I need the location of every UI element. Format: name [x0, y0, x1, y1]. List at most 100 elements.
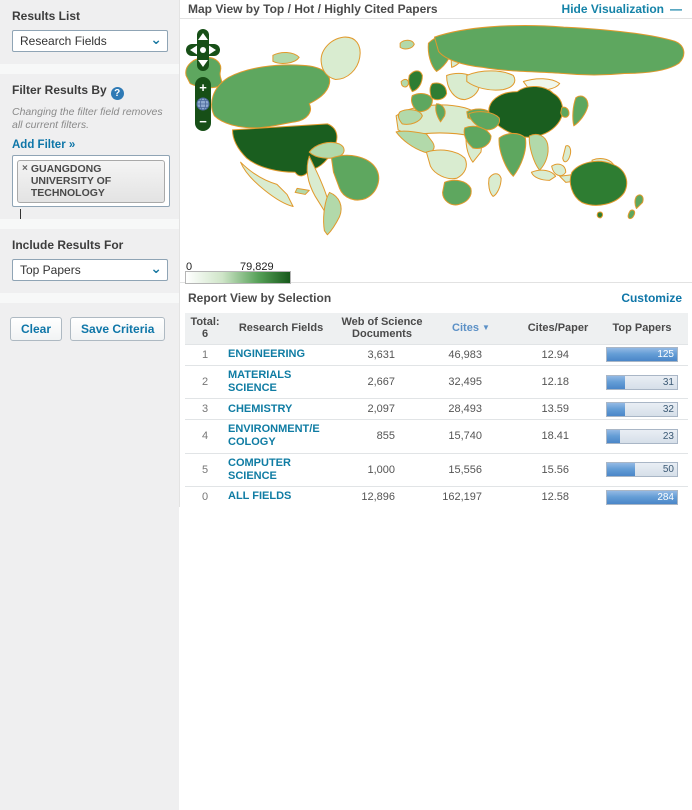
zoom-out-button[interactable]: − [199, 114, 207, 129]
map-region-tasmania [597, 212, 602, 218]
top-papers-cell: 23 [601, 429, 683, 444]
map-region-philippines [563, 146, 571, 162]
hide-visualization-link[interactable]: Hide Visualization — [562, 2, 682, 16]
top-papers-cell: 50 [601, 462, 683, 477]
field-link[interactable]: COMPUTER SCIENCE [225, 454, 337, 486]
map-region-brazil [331, 155, 378, 200]
map-region-iceland [400, 40, 414, 49]
filter-input-box[interactable]: × GUANGDONG UNIVERSITY OF TECHNOLOGY [12, 155, 170, 207]
sidebar-actions-section: Clear Save Criteria [0, 303, 179, 810]
map-region-sumatra-java [531, 170, 555, 180]
top-papers-cell: 125 [601, 347, 683, 362]
filter-by-label: Filter Results By [12, 83, 107, 97]
sort-descending-icon: ▼ [482, 323, 490, 332]
world-choropleth-map[interactable]: + − [180, 19, 692, 263]
map-region-uk [409, 71, 423, 92]
remove-filter-icon[interactable]: × [22, 163, 28, 199]
legend-gradient-bar [185, 271, 291, 284]
map-region-central-africa [426, 150, 466, 179]
top-papers-cell: 284 [601, 490, 683, 505]
cites-per-paper-cell: 13.59 [515, 403, 601, 415]
save-criteria-button[interactable]: Save Criteria [70, 317, 165, 341]
filter-results-section: Filter Results By? Changing the filter f… [0, 74, 179, 219]
map-region-argentina [324, 192, 342, 234]
map-region-japan [573, 96, 588, 126]
top-papers-bar: 284 [606, 490, 678, 505]
map-region-korea [561, 107, 569, 117]
rank-cell: 0 [185, 491, 225, 503]
top-papers-bar: 125 [606, 347, 678, 362]
map-region-germany [430, 83, 447, 100]
field-link[interactable]: ALL FIELDS [225, 487, 337, 506]
cites-per-paper-cell: 12.18 [515, 376, 601, 388]
cites-cell: 32,495 [427, 376, 515, 388]
col-top-papers: Top Papers [601, 319, 683, 338]
filter-tag-label: GUANGDONG UNIVERSITY OF TECHNOLOGY [31, 163, 160, 199]
col-wos-documents: Web of Science Documents [337, 313, 427, 344]
rank-cell: 5 [185, 464, 225, 476]
field-link[interactable]: ENVIRONMENT/E COLOGY [225, 420, 337, 452]
map-region-india [499, 133, 526, 176]
include-results-label: Include Results For [12, 238, 167, 252]
table-row: 3 CHEMISTRY 2,097 28,493 13.59 32 [185, 398, 688, 419]
top-papers-cell: 32 [601, 402, 683, 417]
zoom-in-button[interactable]: + [199, 80, 207, 95]
help-icon[interactable]: ? [111, 87, 124, 100]
cites-per-paper-cell: 12.58 [515, 491, 601, 503]
map-region-russia [434, 25, 683, 74]
map-region-canada [212, 65, 330, 128]
map-panel-header: Map View by Top / Hot / Highly Cited Pap… [180, 0, 692, 19]
results-table: Total: 6 Research Fields Web of Science … [185, 313, 688, 507]
map-region-indochina [529, 134, 548, 170]
col-cites-sortable[interactable]: Cites ▼ [427, 319, 515, 338]
map-region-china [489, 86, 563, 137]
docs-cell: 3,631 [337, 349, 427, 361]
add-filter-link[interactable]: Add Filter » [12, 139, 75, 151]
top-papers-bar: 31 [606, 375, 678, 390]
filters-sidebar: Results List Research Fields ⌄ Filter Re… [0, 0, 180, 507]
minus-icon: — [670, 2, 682, 16]
include-results-dropdown[interactable]: Top Papers ⌄ [12, 259, 168, 281]
field-link[interactable]: ENGINEERING [225, 345, 337, 364]
clear-button[interactable]: Clear [10, 317, 62, 341]
docs-cell: 2,097 [337, 403, 427, 415]
map-region-australia [570, 161, 626, 205]
top-papers-bar: 32 [606, 402, 678, 417]
results-list-label: Results List [12, 9, 167, 23]
pan-center-dot[interactable] [200, 47, 206, 53]
col-research-fields: Research Fields [225, 319, 337, 338]
globe-icon[interactable] [197, 98, 209, 110]
section-divider [0, 293, 179, 303]
field-link[interactable]: CHEMISTRY [225, 400, 337, 419]
docs-cell: 2,667 [337, 376, 427, 388]
table-header-row: Total: 6 Research Fields Web of Science … [185, 313, 688, 344]
col-total: Total: 6 [185, 313, 225, 344]
cites-cell: 15,740 [427, 430, 515, 442]
world-map-svg [180, 19, 692, 263]
map-region-south-africa [443, 180, 472, 205]
table-row: 2 MATERIALS SCIENCE 2,667 32,495 12.18 3… [185, 365, 688, 398]
cites-cell: 15,556 [427, 464, 515, 476]
report-title: Report View by Selection [188, 291, 331, 305]
cites-cell: 46,983 [427, 349, 515, 361]
docs-cell: 1,000 [337, 464, 427, 476]
customize-link[interactable]: Customize [621, 291, 682, 305]
results-list-value: Research Fields [20, 34, 107, 48]
top-papers-bar: 50 [606, 462, 678, 477]
table-row: 0 ALL FIELDS 12,896 162,197 12.58 284 [185, 486, 688, 507]
rank-cell: 4 [185, 430, 225, 442]
section-divider [0, 219, 179, 229]
map-region-ireland [401, 79, 408, 87]
rank-cell: 3 [185, 403, 225, 415]
map-navigation-controls[interactable]: + − [184, 29, 222, 133]
field-link[interactable]: MATERIALS SCIENCE [225, 366, 337, 398]
docs-cell: 855 [337, 430, 427, 442]
results-list-dropdown[interactable]: Research Fields ⌄ [12, 30, 168, 52]
map-region-madagascar [489, 174, 501, 197]
filter-note: Changing the filter field removes all cu… [12, 106, 167, 132]
map-region-greenland [321, 37, 360, 79]
top-papers-cell: 31 [601, 375, 683, 390]
include-results-value: Top Papers [20, 263, 81, 277]
cites-cell: 28,493 [427, 403, 515, 415]
chevron-down-icon: ⌄ [150, 263, 162, 273]
